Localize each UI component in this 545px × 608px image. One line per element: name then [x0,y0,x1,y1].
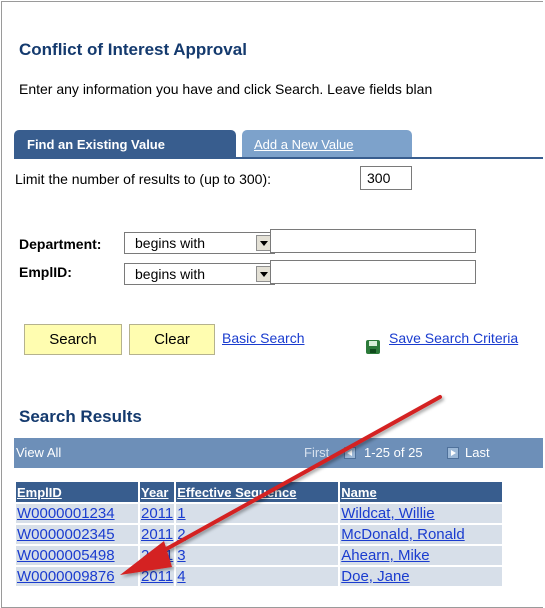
table-row: W0000001234 2011 1 Wildcat, Willie [16,504,503,523]
limit-results-input[interactable]: 300 [360,166,412,190]
instructions-text: Enter any information you have and click… [19,81,433,97]
emplid-cell[interactable]: W0000002345 [16,525,138,544]
last-link[interactable]: Last [465,445,490,460]
table-row: W0000002345 2011 2 McDonald, Ronald [16,525,503,544]
department-operator-select[interactable]: begins with [124,232,275,254]
table-header-row: EmplID Year Effective Sequence Name [16,482,503,502]
first-link[interactable]: First [304,445,329,460]
page-frame: Conflict of Interest Approval Enter any … [1,1,543,608]
view-all-link[interactable]: View All [16,445,61,460]
sequence-cell[interactable]: 3 [176,546,339,565]
results-range: 1-25 of 25 [364,445,423,460]
year-cell[interactable]: 2011 [140,546,175,565]
emplid-cell[interactable]: W0000005498 [16,546,138,565]
department-operator-value: begins with [135,235,206,251]
limit-results-label: Limit the number of results to (up to 30… [15,171,272,187]
table-row: W0000009876 2011 4 Doe, Jane [16,567,503,586]
save-search-criteria-link[interactable]: Save Search Criteria [389,330,518,346]
basic-search-link[interactable]: Basic Search [222,330,304,346]
name-cell[interactable]: Ahearn, Mike [340,546,503,565]
search-button[interactable]: Search [24,324,122,355]
name-cell[interactable]: McDonald, Ronald [340,525,503,544]
column-header-name[interactable]: Name [340,482,503,502]
emplid-operator-select[interactable]: begins with [124,263,275,285]
name-cell[interactable]: Wildcat, Willie [340,504,503,523]
tab-add-new-value[interactable]: Add a New Value [242,130,412,157]
sequence-cell[interactable]: 4 [176,567,339,586]
tab-find-existing-value[interactable]: Find an Existing Value [14,130,236,157]
save-disk-icon[interactable] [366,340,380,354]
next-page-icon[interactable] [447,447,459,459]
department-input[interactable] [270,229,476,253]
emplid-cell[interactable]: W0000009876 [16,567,138,586]
previous-page-icon[interactable] [344,447,356,459]
results-navigation-bar: View All First 1-25 of 25 Last [14,438,543,468]
emplid-operator-value: begins with [135,266,206,282]
emplid-label: EmplID: [19,264,72,280]
sequence-cell[interactable]: 2 [176,525,339,544]
tab-underline [14,157,543,159]
department-label: Department: [19,236,102,252]
emplid-input[interactable] [270,260,476,284]
column-header-year[interactable]: Year [140,482,175,502]
year-cell[interactable]: 2011 [140,504,175,523]
name-cell[interactable]: Doe, Jane [340,567,503,586]
year-cell[interactable]: 2011 [140,525,175,544]
page-title: Conflict of Interest Approval [19,40,247,59]
year-cell[interactable]: 2011 [140,567,175,586]
clear-button[interactable]: Clear [129,324,215,355]
search-results-title: Search Results [19,407,142,426]
column-header-emplid[interactable]: EmplID [16,482,138,502]
sequence-cell[interactable]: 1 [176,504,339,523]
emplid-cell[interactable]: W0000001234 [16,504,138,523]
table-row: W0000005498 2011 3 Ahearn, Mike [16,546,503,565]
column-header-effective-sequence[interactable]: Effective Sequence [176,482,339,502]
search-results-table: EmplID Year Effective Sequence Name W000… [14,480,504,588]
